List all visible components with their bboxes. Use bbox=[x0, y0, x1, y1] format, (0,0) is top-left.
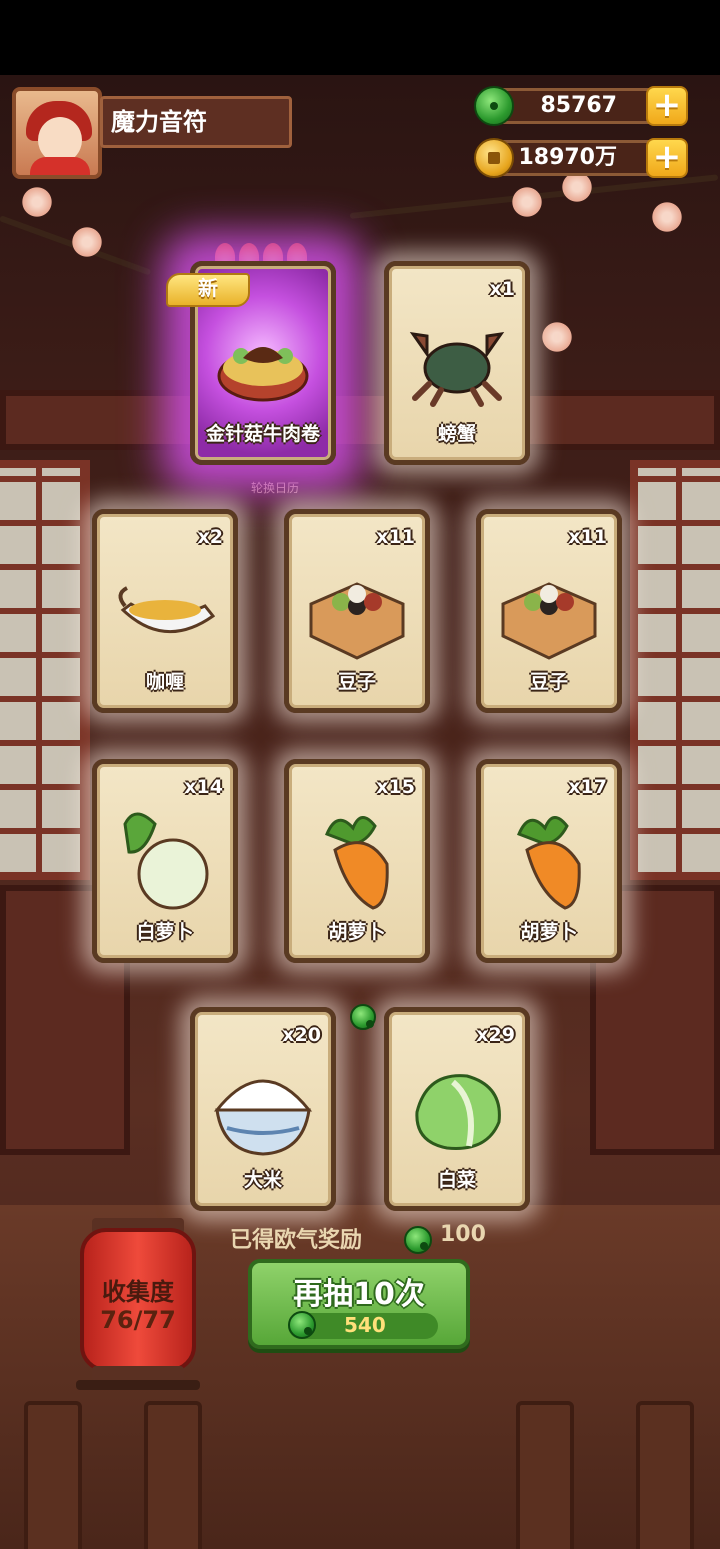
white-radish-icon bbox=[123, 812, 209, 910]
gold-coin-icon bbox=[474, 138, 514, 178]
add-jade-button[interactable]: + bbox=[646, 86, 688, 126]
card-name: 胡萝卜 bbox=[520, 921, 578, 943]
collection-progress: 76/77 bbox=[100, 1306, 176, 1334]
card-name: 豆子 bbox=[529, 671, 568, 693]
card-rice[interactable]: x20 大米 bbox=[190, 1007, 336, 1211]
calendar-label: 轮换日历 bbox=[250, 481, 299, 495]
carrot-icon bbox=[517, 816, 581, 910]
avatar-body bbox=[30, 157, 90, 175]
fence-post bbox=[144, 1401, 202, 1549]
card-name: 白菜 bbox=[437, 1169, 476, 1191]
lattice-window-left bbox=[0, 460, 90, 880]
add-gold-button[interactable]: + bbox=[646, 138, 688, 178]
blossom bbox=[70, 225, 104, 259]
jade-coin-icon bbox=[350, 1004, 376, 1030]
cabbage-icon bbox=[415, 1074, 501, 1150]
card-count: x11 bbox=[376, 526, 415, 548]
collection-label: 收集度 bbox=[102, 1278, 174, 1306]
jade-coin-icon bbox=[404, 1226, 432, 1254]
card-count: x11 bbox=[568, 526, 607, 548]
card-count: x17 bbox=[568, 776, 607, 798]
blossom bbox=[510, 185, 544, 219]
wall-beam bbox=[0, 390, 720, 450]
rice-icon bbox=[213, 1079, 313, 1156]
card-count: x14 bbox=[184, 776, 223, 798]
card-beans-2[interactable]: x11 豆子 bbox=[476, 509, 622, 713]
collection-lantern[interactable]: 收集度 76/77 bbox=[80, 1228, 196, 1372]
crab-icon bbox=[409, 332, 505, 407]
curry-icon bbox=[118, 586, 215, 634]
reward-value: 100 bbox=[440, 1222, 486, 1247]
gold-amount: 18970万 bbox=[498, 140, 668, 176]
jade-amount: 85767 bbox=[498, 88, 668, 124]
beans-icon bbox=[501, 582, 597, 660]
lattice-window-right bbox=[630, 460, 720, 880]
fence-post bbox=[516, 1401, 574, 1549]
card-cabbage[interactable]: x29 白菜 bbox=[384, 1007, 530, 1211]
draw-cost: 540 bbox=[344, 1313, 386, 1337]
gold-currency: 18970万 + bbox=[474, 138, 688, 178]
blossom bbox=[20, 185, 54, 219]
card-name: 白萝卜 bbox=[136, 921, 194, 943]
beans-icon bbox=[309, 582, 405, 660]
card-count: x29 bbox=[476, 1024, 515, 1046]
jade-currency: 85767 + bbox=[474, 86, 688, 126]
blossom bbox=[540, 320, 574, 354]
new-badge: 新 bbox=[166, 273, 250, 307]
card-crab[interactable]: x1 螃蟹 bbox=[384, 261, 530, 465]
card-curry[interactable]: x2 咖喱 bbox=[92, 509, 238, 713]
card-count: x20 bbox=[282, 1024, 321, 1046]
card-beans-1[interactable]: x11 豆子 bbox=[284, 509, 430, 713]
beef-roll-icon bbox=[217, 347, 309, 402]
fence-post bbox=[24, 1401, 82, 1549]
draw-button-label: 再抽10次 bbox=[293, 1277, 425, 1312]
card-white-radish[interactable]: x14 白萝卜 bbox=[92, 759, 238, 963]
blossom bbox=[650, 200, 684, 234]
carrot-icon bbox=[325, 816, 389, 910]
jade-coin-icon bbox=[474, 86, 514, 126]
card-name: 咖喱 bbox=[145, 671, 184, 693]
player-name: 魔力音符 bbox=[100, 96, 292, 148]
card-name: 大米 bbox=[243, 1169, 282, 1191]
card-count: x2 bbox=[197, 526, 223, 548]
card-name: 螃蟹 bbox=[437, 423, 476, 445]
card-name: 胡萝卜 bbox=[328, 921, 386, 943]
card-name: 金针菇牛肉卷 bbox=[205, 423, 320, 445]
draw-again-button[interactable]: 再抽10次 540 bbox=[248, 1259, 470, 1349]
fence-post bbox=[636, 1401, 694, 1549]
jade-coin-icon bbox=[288, 1311, 316, 1339]
card-count: x15 bbox=[376, 776, 415, 798]
card-carrot-1[interactable]: x15 胡萝卜 bbox=[284, 759, 430, 963]
card-carrot-2[interactable]: x17 胡萝卜 bbox=[476, 759, 622, 963]
lantern-stand bbox=[76, 1380, 200, 1390]
reward-label: 已得欧气奖励 bbox=[230, 1228, 363, 1253]
card-name: 豆子 bbox=[337, 671, 376, 693]
card-count: x1 bbox=[489, 278, 515, 300]
player-avatar[interactable] bbox=[12, 87, 102, 179]
